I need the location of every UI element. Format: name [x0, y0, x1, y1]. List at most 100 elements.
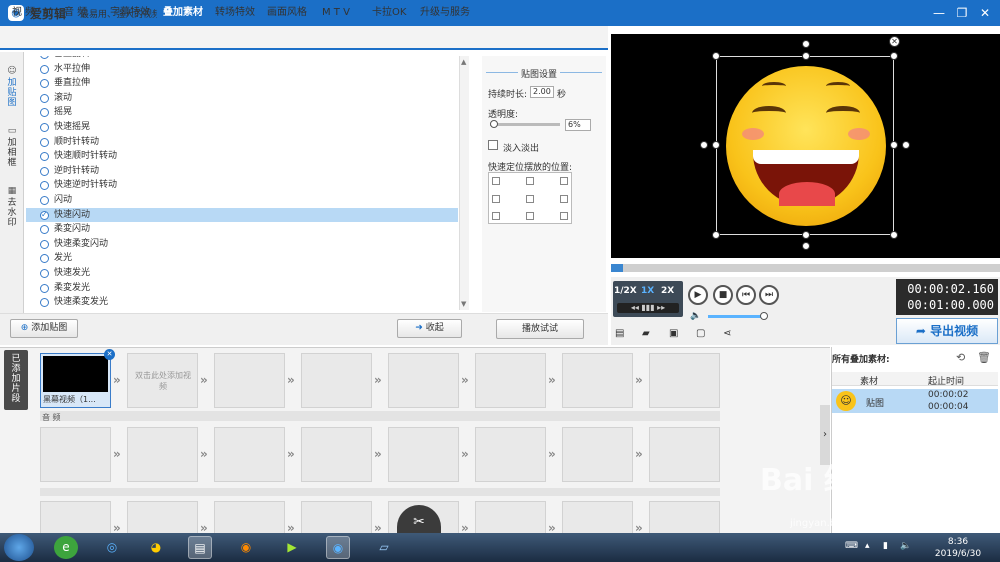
rotate-handle[interactable] — [802, 40, 810, 48]
resize-handle-se[interactable] — [890, 231, 898, 239]
position-top-right[interactable] — [560, 177, 568, 185]
effect-item[interactable]: 快速闪动 — [26, 207, 458, 222]
tab-subtitle-effects[interactable]: 字幕特效 — [104, 3, 156, 22]
audio-clip-slot[interactable] — [127, 427, 198, 482]
effect-item[interactable]: 发光 — [26, 251, 458, 265]
effect-radio[interactable] — [40, 108, 49, 118]
keyboard-icon[interactable]: ⌨ — [845, 541, 858, 551]
effect-radio[interactable] — [40, 166, 49, 176]
effect-item[interactable]: 垂直拉伸 — [26, 76, 458, 90]
sticker-selection-box[interactable] — [716, 56, 894, 235]
effect-item[interactable]: 快速柔変发光 — [26, 295, 458, 309]
scroll-down-icon[interactable]: ▼ — [461, 300, 466, 308]
effect-radio[interactable] — [40, 181, 49, 191]
material-row[interactable] — [832, 389, 998, 413]
play-progress-bar[interactable] — [611, 264, 1000, 272]
preview-try-button[interactable]: 播放试试 — [496, 319, 584, 339]
effect-item[interactable]: 快速摇晃 — [26, 120, 458, 134]
side-tab-remove-watermark[interactable]: ▦ 去水印 — [2, 186, 22, 228]
volume-slider[interactable] — [708, 315, 766, 318]
effect-item[interactable]: 摇晃 — [26, 105, 458, 119]
tray-arrow-icon[interactable]: ▴ — [865, 541, 870, 551]
position-bottom-center[interactable] — [526, 212, 534, 220]
tab-styles[interactable]: 画面风格 — [261, 3, 313, 22]
side-tab-add-sticker[interactable]: ☺ 加贴图 — [2, 66, 22, 108]
video-clip-slot[interactable] — [388, 353, 459, 408]
side-handle-right[interactable] — [902, 141, 910, 149]
firefox-icon[interactable]: ◉ — [234, 536, 258, 559]
effect-radio[interactable] — [40, 79, 49, 89]
scroll-up-icon[interactable]: ▲ — [461, 58, 466, 66]
resize-handle-ne[interactable] — [890, 52, 898, 60]
audio-clip-slot[interactable] — [388, 427, 459, 482]
opacity-slider-thumb[interactable] — [490, 120, 498, 128]
audio-clip-slot[interactable] — [301, 427, 372, 482]
effect-radio[interactable] — [40, 269, 49, 278]
remove-clip-icon[interactable]: ✕ — [104, 349, 115, 360]
open-folder-icon[interactable]: ▰ — [642, 328, 650, 339]
resize-handle-s[interactable] — [802, 231, 810, 239]
system-clock[interactable]: 8:36 2019/6/30 — [920, 536, 996, 560]
notepad-icon[interactable]: ▱ — [372, 536, 396, 559]
tab-overlay[interactable]: 叠加素材 — [157, 3, 209, 22]
side-handle-left[interactable] — [700, 141, 708, 149]
effect-item[interactable]: 柔変闪动 — [26, 222, 458, 236]
effect-radio[interactable] — [40, 208, 49, 222]
video-clip-slot[interactable] — [214, 353, 285, 408]
qq-icon[interactable]: ◕ — [144, 536, 168, 559]
tab-upgrade[interactable]: 升级与服务 — [414, 3, 476, 22]
effect-item[interactable]: 柔変发光 — [26, 281, 458, 295]
share-icon[interactable]: ⋖ — [723, 328, 731, 339]
export-video-button[interactable]: ➦ 导出视频 — [896, 318, 998, 344]
volume-thumb[interactable] — [760, 312, 768, 320]
effect-item-partial[interactable]: 垂直翻转 — [26, 56, 458, 61]
delete-trash-icon[interactable]: 🗑 — [977, 351, 991, 364]
resize-handle-w[interactable] — [712, 141, 720, 149]
effect-radio[interactable] — [40, 298, 49, 308]
audio-clip-slot[interactable] — [214, 427, 285, 482]
effect-item[interactable]: 滚动 — [26, 91, 458, 105]
speed-double[interactable]: 2X — [661, 286, 674, 296]
effect-item[interactable]: 水平拉伸 — [26, 62, 458, 76]
video-clip-slot[interactable]: 双击此处添加视频 — [127, 353, 198, 408]
position-middle-right[interactable] — [560, 195, 568, 203]
audio-clip-slot[interactable] — [475, 427, 546, 482]
move-handle[interactable] — [802, 242, 810, 250]
save-as-icon[interactable]: ▢ — [696, 328, 705, 339]
tab-audio[interactable]: 音 频 — [58, 3, 93, 22]
collapse-button[interactable]: ➜ 收起 — [397, 319, 462, 338]
effect-radio[interactable] — [40, 137, 49, 147]
next-frame-icon[interactable]: ⏭ — [759, 285, 779, 305]
effect-radio[interactable] — [40, 93, 49, 103]
position-top-center[interactable] — [526, 177, 534, 185]
effect-item[interactable]: 快速顺时针转动 — [26, 149, 458, 163]
duration-input[interactable]: 2.00 — [530, 86, 554, 98]
speaker-icon[interactable]: 🔈 — [900, 541, 911, 551]
opacity-slider[interactable] — [490, 123, 560, 126]
position-top-left[interactable] — [492, 177, 500, 185]
effect-radio[interactable] — [40, 225, 49, 235]
video-app-icon[interactable]: ▶ — [280, 536, 304, 559]
effect-radio[interactable] — [40, 283, 49, 293]
new-project-icon[interactable]: ▤ — [615, 328, 624, 339]
effect-item[interactable]: 快速逆时针转动 — [26, 178, 458, 192]
video-clip-slot[interactable] — [649, 353, 720, 408]
restore-icon[interactable]: ❐ — [953, 4, 971, 22]
effect-radio[interactable] — [40, 196, 49, 205]
audio-clip-slot[interactable] — [649, 427, 720, 482]
opacity-input[interactable]: 6% — [565, 119, 591, 131]
save-icon[interactable]: ▣ — [669, 328, 678, 339]
effect-item[interactable]: 逆时针转动 — [26, 164, 458, 178]
tab-karaoke[interactable]: 卡拉OK — [366, 3, 412, 22]
media-player-icon[interactable]: ◎ — [100, 536, 124, 559]
start-button-icon[interactable] — [4, 534, 34, 561]
effect-radio[interactable] — [40, 56, 49, 59]
side-tab-add-frame[interactable]: ▭ 加相框 — [2, 126, 22, 168]
delete-sticker-icon[interactable]: ✕ — [889, 36, 900, 47]
position-bottom-right[interactable] — [560, 212, 568, 220]
play-icon[interactable]: ▶ — [688, 285, 708, 305]
tab-transitions[interactable]: 转场特效 — [209, 3, 261, 22]
add-sticker-button[interactable]: ⊕ 添加贴图 — [10, 319, 78, 338]
minimize-icon[interactable]: — — [930, 4, 948, 22]
position-center[interactable] — [526, 195, 534, 203]
